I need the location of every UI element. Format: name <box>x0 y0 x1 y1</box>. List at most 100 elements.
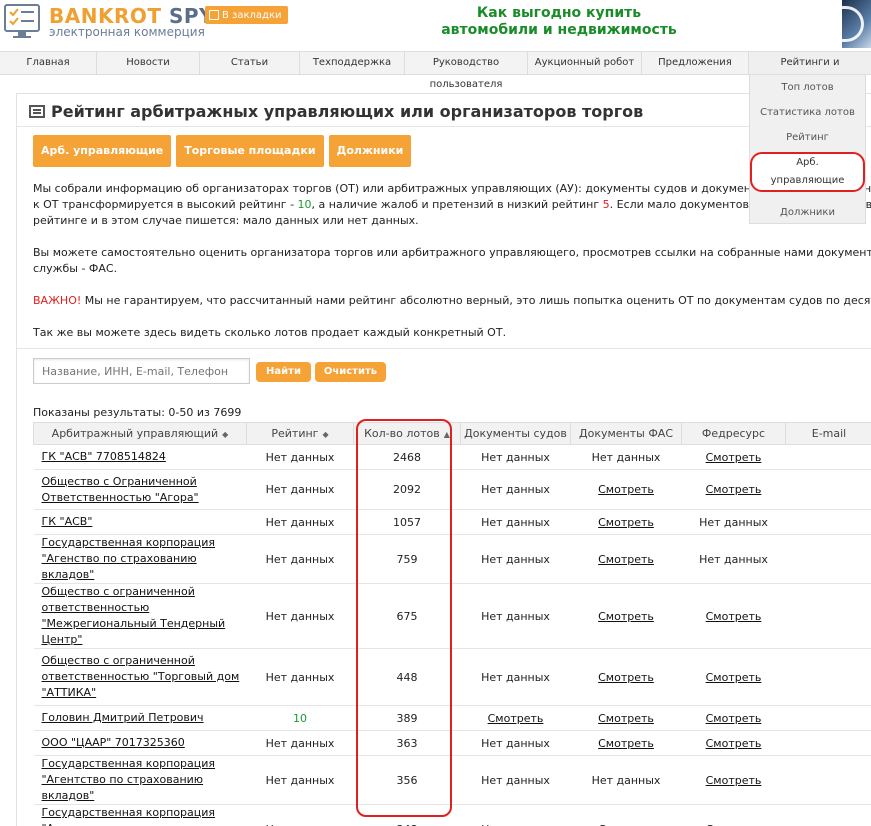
fed-cell: Смотреть <box>681 705 786 731</box>
fed-cell: Смотреть <box>681 469 786 510</box>
view-link[interactable]: Смотреть <box>598 516 654 529</box>
manager-link[interactable]: Государственная корпорация "Агентство по… <box>42 757 216 802</box>
sort-icon: ◆ <box>222 430 229 439</box>
rating-cell: Нет данных <box>246 755 354 805</box>
table-row: ГК "АСВ" Нет данных 1057 Нет данных Смотреть… <box>33 509 871 535</box>
category-tabs: Арб. управляющие Торговые площадки Должн… <box>33 135 412 167</box>
dropdown-item-winner-rating[interactable]: Рейтинг победителей <box>750 125 865 168</box>
fed-cell: Смотреть <box>681 648 786 706</box>
fas-cell: Смотреть <box>570 509 682 535</box>
manager-link[interactable]: ГК "АСВ" <box>42 515 93 528</box>
view-link[interactable]: Смотреть <box>706 823 762 826</box>
col-header-lots[interactable]: Кол-во лотов ▲ <box>353 422 461 445</box>
manager-link[interactable]: Головин Дмитрий Петрович <box>42 711 204 724</box>
lots-cell: 363 <box>353 730 461 756</box>
nav-item-guide[interactable]: Руководство пользователя <box>405 52 528 90</box>
nav-item-ratings[interactable]: Рейтинги и Статистика <box>749 52 871 90</box>
view-link[interactable]: Смотреть <box>488 712 544 725</box>
col-header-rating[interactable]: Рейтинг ◆ <box>246 422 354 445</box>
rating-cell: Нет данных <box>246 444 354 470</box>
col-header-manager[interactable]: Арбитражный управляющий ◆ <box>33 422 247 445</box>
manager-link[interactable]: Общество с Ограниченной Ответственностью… <box>42 475 199 504</box>
fed-cell: Смотреть <box>681 804 786 826</box>
nav-item-auction-robot[interactable]: Аукционный робот <box>528 52 642 74</box>
table-row: Головин Дмитрий Петрович 10 389 Смотреть Смо… <box>33 705 871 731</box>
col-header-fedresurs: Федресурс <box>681 422 786 445</box>
view-link[interactable]: Смотреть <box>706 610 762 623</box>
evaluate-paragraph: Вы можете самостоятельно оценить организ… <box>33 246 871 275</box>
nav-item-offers[interactable]: Предложения <box>642 52 749 74</box>
view-link[interactable]: Смотреть <box>598 610 654 623</box>
corner-banner-image[interactable] <box>842 0 871 48</box>
view-link[interactable]: Смотреть <box>598 483 654 496</box>
view-link[interactable]: Смотреть <box>706 483 762 496</box>
name-cell: Общество с Ограниченной Ответственностью… <box>33 469 247 510</box>
manager-link[interactable]: Государственная корпорация "Агентство по… <box>42 806 216 826</box>
view-link[interactable]: Смотреть <box>598 737 654 750</box>
view-link[interactable]: Смотреть <box>598 823 654 826</box>
rating-cell: Нет данных <box>246 648 354 706</box>
promo-banner[interactable]: Как выгодно купить автомобили и недвижим… <box>414 5 704 39</box>
view-link[interactable]: Смотреть <box>706 451 762 464</box>
nav-item-news[interactable]: Новости <box>97 52 200 74</box>
dropdown-item-arb-managers[interactable]: Арб. управляющие <box>750 150 865 192</box>
view-link[interactable]: Смотреть <box>706 712 762 725</box>
table-row: ООО "ЦААР" 7017325360 Нет данных 363 Нет да… <box>33 730 871 756</box>
manager-link[interactable]: Общество с ограниченной ответственностью… <box>42 585 226 646</box>
email-cell <box>785 755 871 805</box>
manager-link[interactable]: ГК "АСВ" 7708514824 <box>42 450 166 463</box>
view-link[interactable]: Смотреть <box>706 671 762 684</box>
view-link[interactable]: Смотреть <box>706 737 762 750</box>
ratings-dropdown-menu: Топ лотов Статистика лотов Рейтинг побед… <box>749 74 866 224</box>
view-link[interactable]: Смотреть <box>598 671 654 684</box>
courts-cell: Нет данных <box>460 804 571 826</box>
view-link[interactable]: Смотреть <box>598 553 654 566</box>
content-panel: Рейтинг арбитражных управляющих или орга… <box>16 93 871 826</box>
view-link[interactable]: Смотреть <box>706 774 762 787</box>
manager-link[interactable]: ООО "ЦААР" 7017325360 <box>42 736 185 749</box>
find-button[interactable]: Найти <box>256 362 311 382</box>
fed-cell: Смотреть <box>681 583 786 649</box>
dropdown-item-debtors[interactable]: Должники <box>750 200 865 225</box>
rating-cell: Нет данных <box>246 509 354 535</box>
sort-icon: ◆ <box>322 430 329 439</box>
clear-button[interactable]: Очистить <box>315 362 386 382</box>
lots-paragraph: Так же вы можете здесь видеть сколько ло… <box>33 326 507 339</box>
courts-cell: Нет данных <box>460 469 571 510</box>
nav-item-support[interactable]: Техподдержка <box>300 52 405 74</box>
email-cell <box>785 534 871 584</box>
fed-cell: Смотреть <box>681 444 786 470</box>
bookmark-button[interactable]: В закладки <box>205 6 288 24</box>
manager-link[interactable]: Общество с ограниченной ответственностью… <box>42 654 240 699</box>
name-cell: Государственная корпорация "Агентство по… <box>33 755 247 805</box>
dropdown-item-top-lots[interactable]: Топ лотов <box>750 75 865 100</box>
email-cell <box>785 469 871 510</box>
search-input[interactable] <box>33 358 250 384</box>
table-row: ГК "АСВ" 7708514824 Нет данных 2468 Нет дан… <box>33 444 871 470</box>
table-row: Государственная корпорация "Агентство по… <box>33 755 871 805</box>
manager-link[interactable]: Государственная корпорация "Агенство по … <box>42 536 216 581</box>
table-header-row: Арбитражный управляющий ◆ Рейтинг ◆ Кол-во… <box>33 422 871 445</box>
fed-cell: Нет данных <box>681 534 786 584</box>
rating-cell: Нет данных <box>246 730 354 756</box>
rating-cell: Нет данных <box>246 469 354 510</box>
intro-paragraph: Мы собрали информацию об организаторах т… <box>33 182 871 227</box>
tab-arb-managers[interactable]: Арб. управляющие <box>33 135 172 167</box>
nav-item-articles[interactable]: Статьи <box>200 52 300 74</box>
nav-item-home[interactable]: Главная <box>0 52 97 74</box>
tab-debtors[interactable]: Должники <box>328 135 412 167</box>
courts-cell: Нет данных <box>460 444 571 470</box>
fas-cell: Нет данных <box>570 755 682 805</box>
courts-cell: Нет данных <box>460 583 571 649</box>
dropdown-item-lot-stats[interactable]: Статистика лотов <box>750 100 865 125</box>
lots-cell: 348 <box>353 804 461 826</box>
rating-cell: Нет данных <box>246 583 354 649</box>
fed-cell: Смотреть <box>681 730 786 756</box>
email-cell <box>785 705 871 731</box>
list-icon <box>29 105 45 118</box>
logo-icon[interactable] <box>4 4 44 40</box>
tab-trading-platforms[interactable]: Торговые площадки <box>176 135 324 167</box>
fed-cell: Смотреть <box>681 755 786 805</box>
rating-cell: Нет данных <box>246 804 354 826</box>
view-link[interactable]: Смотреть <box>598 712 654 725</box>
